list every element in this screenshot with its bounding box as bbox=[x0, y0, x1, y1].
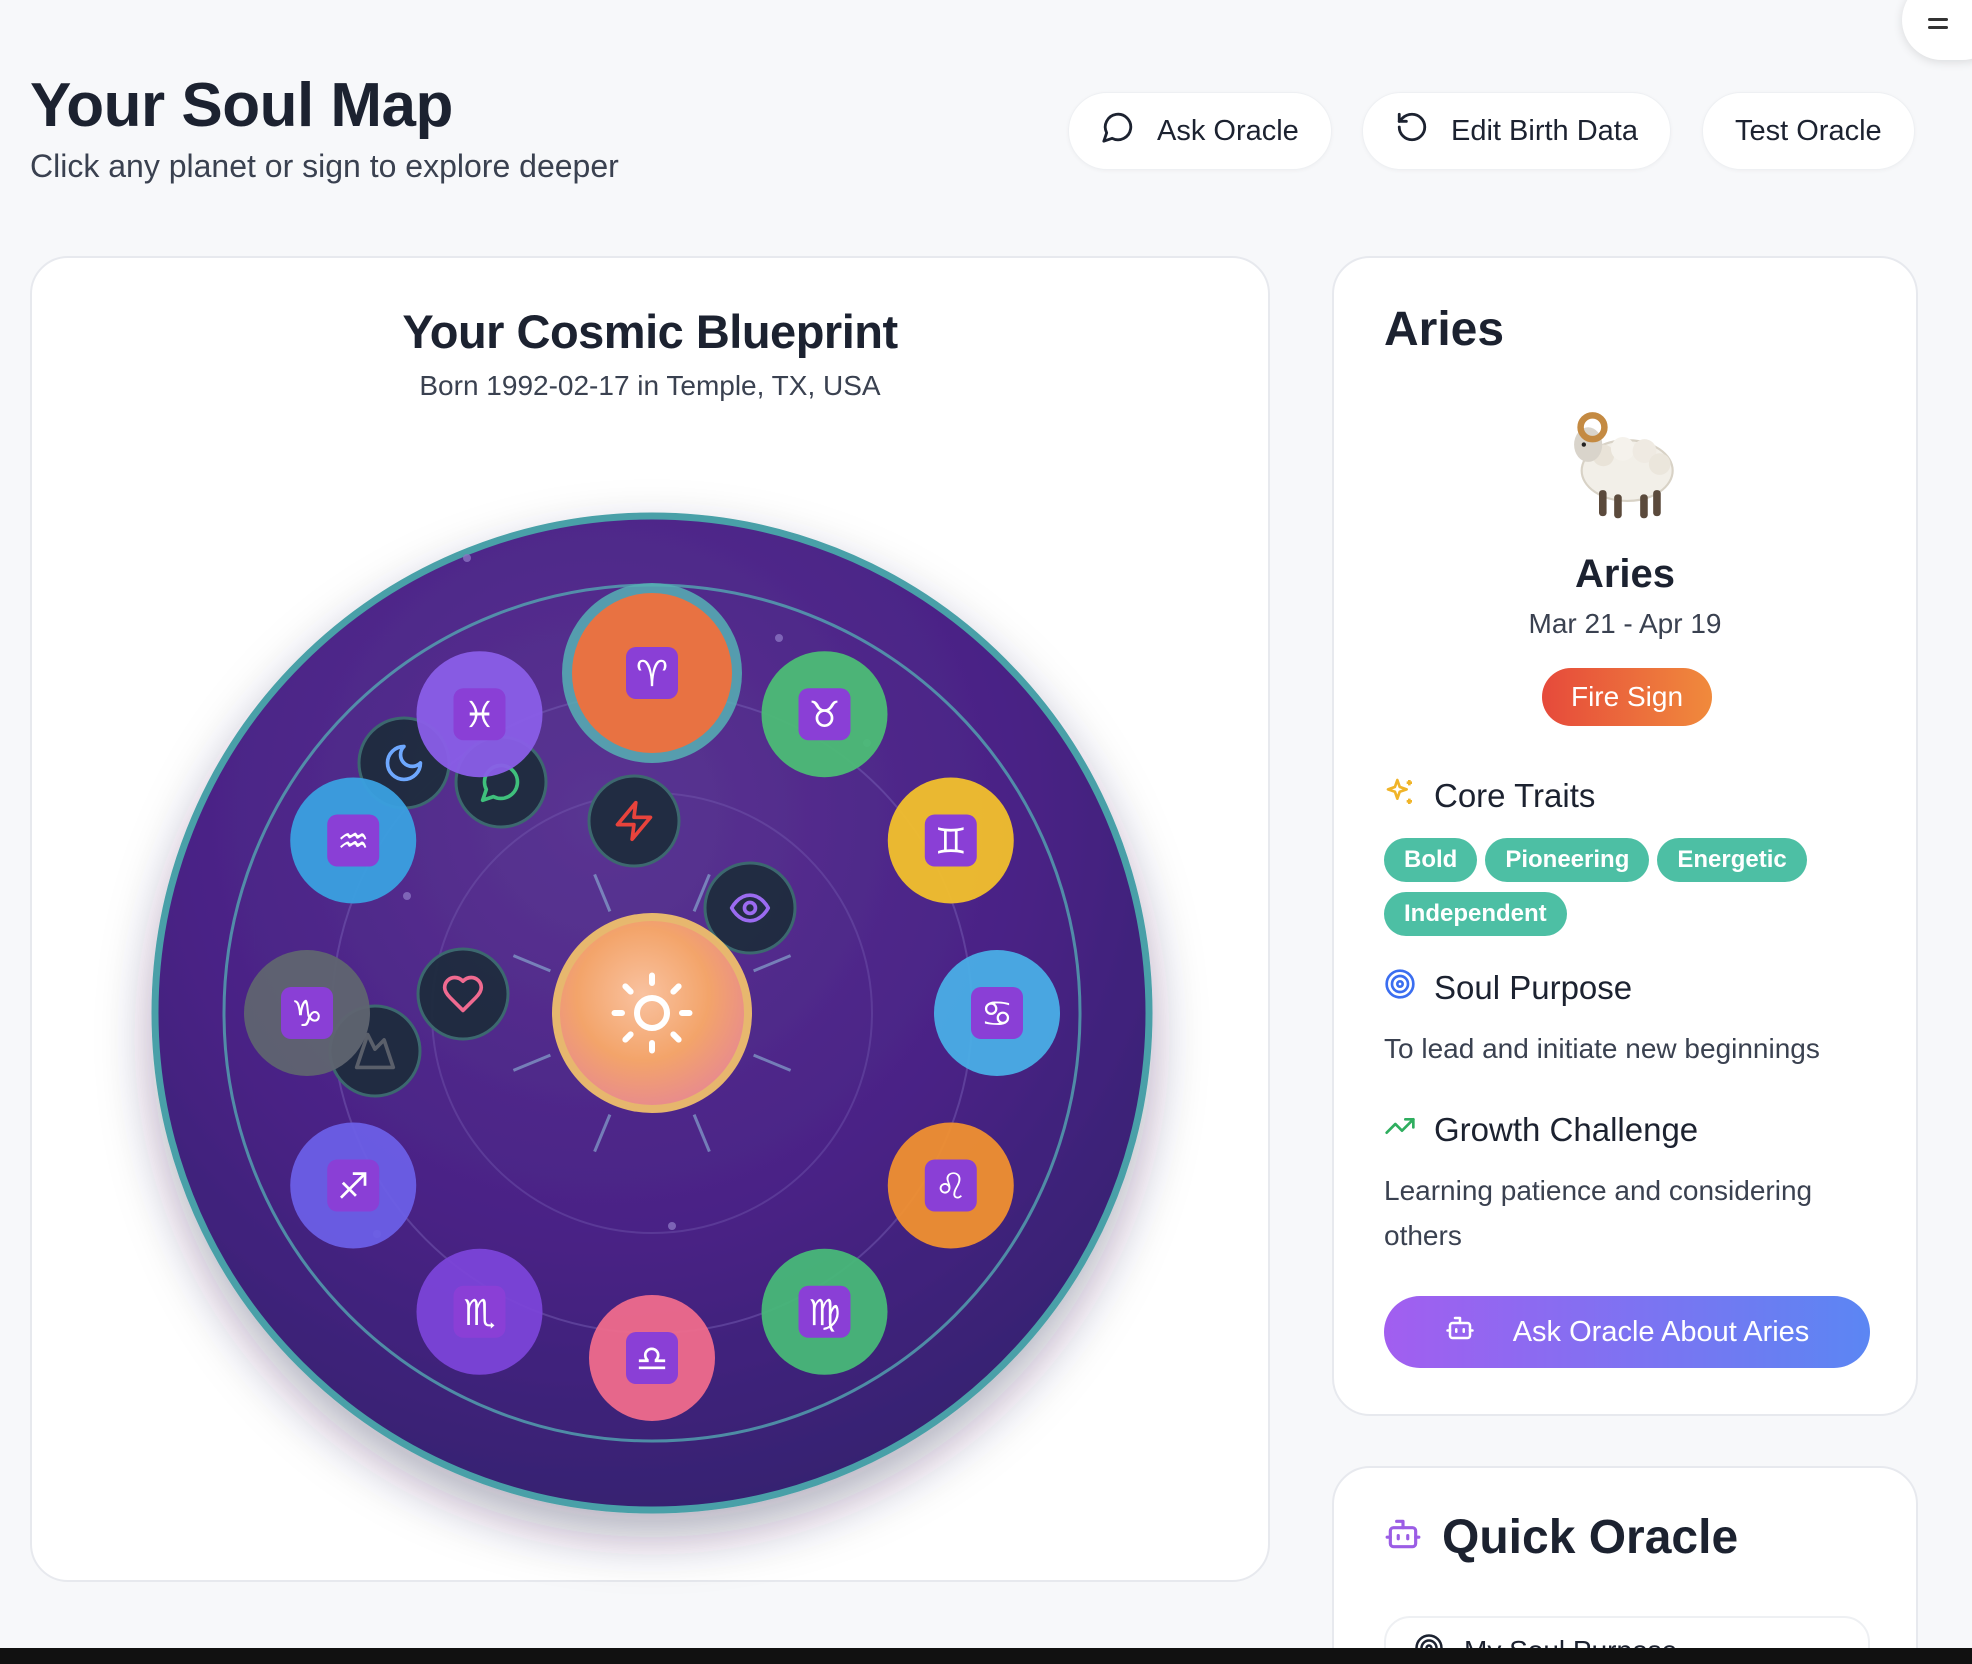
zodiac-wheel: ♈ ♉ ♊ ♋ ♌ ♍ ♎ ♏ ♐ ♑ ♒ ♓ bbox=[147, 508, 1157, 1518]
core-traits-title: Core Traits bbox=[1434, 777, 1596, 814]
star-dot bbox=[403, 892, 411, 900]
mars-planet[interactable] bbox=[587, 774, 681, 868]
ram-icon bbox=[1334, 398, 1916, 533]
ask-oracle-about-sign-label: Ask Oracle About Aries bbox=[1512, 1315, 1810, 1348]
growth-challenge-title: Growth Challenge bbox=[1434, 1111, 1699, 1148]
edit-birth-data-button[interactable]: Edit Birth Data bbox=[1362, 92, 1671, 170]
ask-oracle-button[interactable]: Ask Oracle bbox=[1068, 92, 1332, 170]
edit-birth-data-label: Edit Birth Data bbox=[1451, 114, 1638, 147]
ask-oracle-label: Ask Oracle bbox=[1157, 114, 1299, 147]
virgo-glyph: ♍ bbox=[808, 1293, 840, 1334]
gemini-sign[interactable]: ♊ bbox=[887, 777, 1014, 904]
ask-oracle-about-sign-button[interactable]: Ask Oracle About Aries bbox=[1384, 1296, 1870, 1368]
sparkles-icon bbox=[1384, 776, 1416, 816]
target-icon bbox=[1384, 968, 1416, 1008]
bot-icon bbox=[1384, 1510, 1422, 1565]
growth-challenge-text: Learning patience and considering others bbox=[1384, 1175, 1813, 1251]
pisces-glyph: ♓ bbox=[463, 695, 495, 736]
mars-planet-disc bbox=[587, 774, 681, 868]
cosmic-blueprint-card: Your Cosmic Blueprint Born 1992-02-17 in… bbox=[30, 256, 1270, 1582]
taurus-sign[interactable]: ♉ bbox=[761, 651, 888, 778]
menu-line bbox=[1928, 18, 1948, 21]
test-oracle-button[interactable]: Test Oracle bbox=[1702, 92, 1915, 170]
aries-sign[interactable]: ♈ bbox=[562, 583, 742, 763]
capricorn-glyph: ♑ bbox=[291, 994, 323, 1035]
element-badge: Fire Sign bbox=[1542, 668, 1712, 726]
soul-purpose-title: Soul Purpose bbox=[1434, 969, 1633, 1006]
menu-line bbox=[1928, 26, 1948, 29]
aquarius-glyph: ♒ bbox=[337, 822, 369, 863]
star-dot bbox=[775, 634, 783, 642]
sagittarius-glyph: ♐ bbox=[337, 1167, 369, 1208]
virgo-sign[interactable]: ♍ bbox=[761, 1248, 888, 1375]
star-dot bbox=[463, 554, 471, 562]
capricorn-sign[interactable]: ♑ bbox=[244, 950, 370, 1076]
sign-detail-panel: Aries Aries Mar 21 - Apr 19 Fire Sign Co… bbox=[1332, 256, 1918, 1416]
trait-tag: Energetic bbox=[1657, 838, 1807, 882]
quick-oracle-card: Quick Oracle My Soul Purpose bbox=[1332, 1466, 1918, 1664]
zodiac-wheel-svg: ♈ ♉ ♊ ♋ ♌ ♍ ♎ ♏ ♐ ♑ ♒ ♓ bbox=[151, 512, 1153, 1514]
sun-planet[interactable] bbox=[552, 913, 752, 1113]
growth-challenge-header: Growth Challenge bbox=[1384, 1110, 1698, 1150]
rotate-ccw-icon bbox=[1395, 110, 1429, 152]
chart-title: Your Cosmic Blueprint bbox=[402, 305, 898, 358]
message-circle-icon bbox=[1101, 110, 1135, 152]
cancer-sign[interactable]: ♋ bbox=[934, 950, 1060, 1076]
star-dot bbox=[668, 1222, 676, 1230]
sign-dates: Mar 21 - Apr 19 bbox=[1528, 608, 1722, 639]
panel-heading: Aries bbox=[1384, 303, 1505, 356]
leo-glyph: ♌ bbox=[935, 1167, 967, 1208]
core-traits-header: Core Traits bbox=[1384, 776, 1595, 816]
bot-icon bbox=[1445, 1313, 1475, 1351]
trait-tag: Independent bbox=[1384, 892, 1567, 936]
page-subtitle: Click any planet or sign to explore deep… bbox=[30, 148, 619, 184]
soul-purpose-header: Soul Purpose bbox=[1384, 968, 1632, 1008]
bottom-bar bbox=[0, 1648, 1972, 1664]
trending-up-icon bbox=[1384, 1110, 1416, 1150]
quick-oracle-header: Quick Oracle bbox=[1384, 1510, 1738, 1565]
venus-planet[interactable] bbox=[416, 947, 510, 1041]
sagittarius-sign[interactable]: ♐ bbox=[290, 1122, 417, 1249]
birth-info: Born 1992-02-17 in Temple, TX, USA bbox=[419, 370, 881, 401]
trait-tag: Pioneering bbox=[1485, 838, 1650, 882]
sign-name: Aries bbox=[1574, 552, 1676, 596]
cancer-glyph: ♋ bbox=[981, 994, 1013, 1035]
aquarius-sign[interactable]: ♒ bbox=[290, 777, 417, 904]
scorpio-glyph: ♏ bbox=[463, 1293, 495, 1334]
menu-button[interactable] bbox=[1902, 0, 1972, 60]
aries-glyph: ♈ bbox=[636, 654, 668, 695]
traits-list: Bold Pioneering Energetic Independent bbox=[1384, 838, 1864, 936]
venus-planet-disc bbox=[416, 947, 510, 1041]
taurus-glyph: ♉ bbox=[808, 695, 840, 736]
quick-oracle-title: Quick Oracle bbox=[1442, 1511, 1739, 1564]
sun-disc bbox=[560, 921, 744, 1105]
scorpio-sign[interactable]: ♏ bbox=[416, 1248, 543, 1375]
page-title: Your Soul Map bbox=[30, 71, 453, 140]
libra-glyph: ♎ bbox=[636, 1339, 668, 1380]
test-oracle-label: Test Oracle bbox=[1735, 114, 1882, 147]
leo-sign[interactable]: ♌ bbox=[887, 1122, 1014, 1249]
libra-sign[interactable]: ♎ bbox=[589, 1295, 715, 1421]
gemini-glyph: ♊ bbox=[935, 822, 967, 863]
pisces-sign[interactable]: ♓ bbox=[416, 651, 543, 778]
soul-purpose-text: To lead and initiate new beginnings bbox=[1384, 1033, 1820, 1064]
trait-tag: Bold bbox=[1384, 838, 1478, 882]
